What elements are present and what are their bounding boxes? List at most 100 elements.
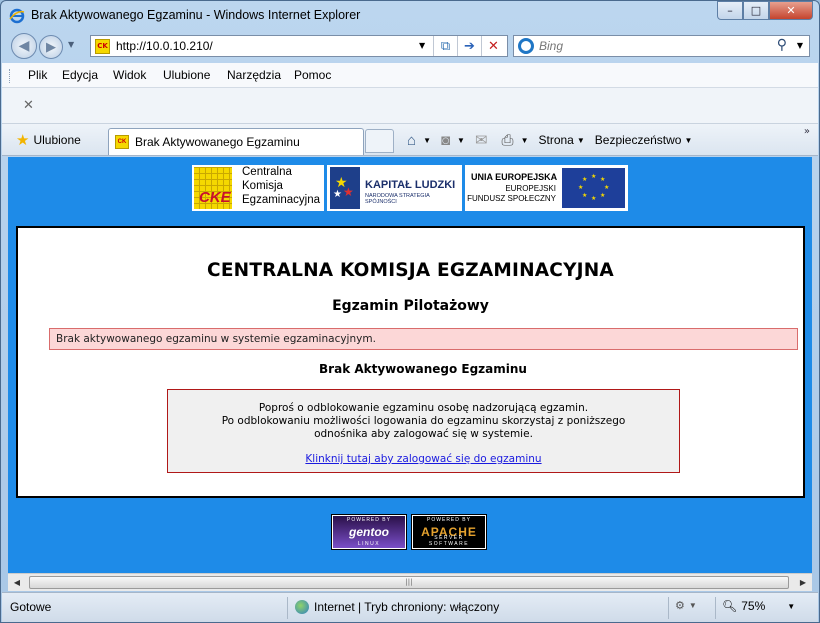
compatibility-view-icon[interactable]: ⧉ <box>433 36 457 56</box>
tab-active[interactable]: CK Brak Aktywowanego Egzaminu <box>108 128 364 155</box>
menu-widok[interactable]: Widok <box>113 68 146 82</box>
menu-plik[interactable]: Plik <box>28 68 47 82</box>
browser-window: Brak Aktywowanego Egzaminu - Windows Int… <box>0 0 820 623</box>
apache-badge-bottom: SERVER SOFTWARE <box>428 535 470 547</box>
menu-edycja[interactable]: Edycja <box>62 68 98 82</box>
zoom-level: 75% <box>741 599 766 613</box>
page-menu[interactable]: Strona ▼ <box>538 133 584 147</box>
home-button[interactable]: ⌂ ▼ <box>407 132 431 149</box>
powered-by-badges: POWERED BY gentoo LINUX POWERED BY APACH… <box>331 514 487 550</box>
eu-flag: ★ ★ ★ ★ ★ ★ ★ ★ <box>562 168 625 208</box>
cke-logo-line: Centralna <box>242 166 292 178</box>
address-dropdown-icon[interactable]: ▼ <box>419 41 425 50</box>
main-content-panel: CENTRALNA KOMISJA EGZAMINACYJNA Egzamin … <box>16 226 805 498</box>
address-bar[interactable]: CK http://10.0.10.210/ ▼ ⧉ ➔ ✕ <box>90 35 508 57</box>
back-arrow-icon[interactable]: ◀ <box>11 33 37 59</box>
info-line: Poproś o odblokowanie egzaminu osobę nad… <box>258 402 589 414</box>
zoom-control[interactable]: 🔍︎ 75% ▼ <box>722 599 795 613</box>
stop-icon[interactable]: ✕ <box>481 36 505 56</box>
eu-logo-title: UNIA EUROPEJSKA <box>471 172 558 182</box>
gentoo-badge[interactable]: POWERED BY gentoo LINUX <box>331 514 407 550</box>
empty-toolbar: ✕ <box>2 88 818 124</box>
info-line: Po odblokowaniu możliwości logowania do … <box>221 415 626 427</box>
protected-mode-button[interactable]: ⚙ ▼ <box>675 599 697 612</box>
error-alert: Brak aktywowanego egzaminu w systemie eg… <box>49 328 798 350</box>
cke-logo-line: Komisja <box>242 180 283 192</box>
menu-bar: Plik Edycja Widok Ulubione Narzędzia Pom… <box>2 63 818 88</box>
favorites-star-icon: ★ <box>16 132 30 149</box>
apache-badge-top: POWERED BY <box>427 517 471 523</box>
zoom-dropdown-icon[interactable]: ▼ <box>787 602 795 611</box>
feeds-button[interactable]: ◙ ▼ <box>441 132 465 149</box>
address-url[interactable]: http://10.0.10.210/ <box>116 39 213 53</box>
mail-button[interactable]: ✉ <box>475 131 492 149</box>
close-toolbar-icon[interactable]: ✕ <box>23 98 34 113</box>
search-input[interactable]: Bing <box>539 39 563 53</box>
scrollbar-thumb[interactable]: ||| <box>29 576 789 589</box>
safety-menu[interactable]: Bezpieczeństwo ▼ <box>595 133 693 147</box>
toolbar-grip <box>9 69 12 83</box>
status-bar: Gotowe Internet | Tryb chroniony: włączo… <box>2 592 818 622</box>
globe-icon <box>295 600 309 614</box>
horizontal-scrollbar[interactable]: ◀ ||| ▶ <box>8 573 812 591</box>
menu-ulubione[interactable]: Ulubione <box>163 68 210 82</box>
favorites-button[interactable]: ★ Ulubione <box>8 128 102 152</box>
page-menu-label: Strona <box>538 133 574 147</box>
new-tab-button[interactable] <box>365 129 394 153</box>
page-heading: CENTRALNA KOMISJA EGZAMINACYJNA <box>207 260 614 281</box>
tab-title: Brak Aktywowanego Egzaminu <box>135 135 300 149</box>
status-text: Gotowe <box>10 600 52 614</box>
rss-icon: ◙ <box>440 131 451 149</box>
eu-logo: UNIA EUROPEJSKA EUROPEJSKI FUNDUSZ SPOŁE… <box>465 165 628 211</box>
more-commands-chevron-icon[interactable]: » <box>804 126 810 137</box>
search-box[interactable]: Bing ⚲ ▼ <box>513 35 810 57</box>
forward-arrow-icon[interactable]: ▶ <box>39 35 63 59</box>
protected-mode-icon: ⚙ <box>675 600 685 612</box>
home-icon: ⌂ <box>407 131 417 149</box>
logo-strip: CKE Centralna Komisja Egzaminacyjna ★ ★ ★ … <box>192 165 628 211</box>
recent-pages-dropdown-icon[interactable]: ▼ <box>68 40 74 49</box>
login-link[interactable]: Klinknij tutaj aby zalogować się do egza… <box>305 453 541 466</box>
kapital-ludzki-logo: ★ ★ ★ KAPITAŁ LUDZKI NARODOWA STRATEGIA SP… <box>327 165 462 211</box>
gentoo-badge-bottom: LINUX <box>357 541 381 547</box>
close-button[interactable]: ✕ <box>769 1 813 20</box>
safety-menu-label: Bezpieczeństwo <box>594 133 682 147</box>
bing-icon <box>518 38 534 54</box>
favorites-label: Ulubione <box>33 133 81 147</box>
kl-logo-title: KAPITAŁ LUDZKI <box>365 179 456 191</box>
section-title: Brak Aktywowanego Egzaminu <box>319 362 527 376</box>
mail-icon: ✉ <box>474 132 488 149</box>
cke-logo-abbr: CKE <box>199 189 231 206</box>
print-button[interactable]: ⎙ ▼ <box>502 132 529 149</box>
cke-logo-line: Egzaminacyjna <box>242 194 320 206</box>
site-favicon: CK <box>95 39 110 54</box>
apache-badge[interactable]: POWERED BY APACHE SERVER SOFTWARE <box>411 514 487 550</box>
window-title: Brak Aktywowanego Egzaminu - Windows Int… <box>31 8 361 22</box>
search-icon[interactable]: ⚲ <box>777 37 787 53</box>
page-viewport: CKE Centralna Komisja Egzaminacyjna ★ ★ ★ … <box>8 157 812 573</box>
info-line: odnośnika aby zalogować się w systemie. <box>314 428 533 440</box>
navigation-bar: ◀ ▶ ▼ CK http://10.0.10.210/ ▼ ⧉ ➔ ✕ Bin… <box>1 30 819 62</box>
go-arrow-icon[interactable]: ➔ <box>457 36 481 56</box>
search-dropdown-icon[interactable]: ▼ <box>797 41 803 50</box>
page-subheading: Egzamin Pilotażowy <box>332 298 489 314</box>
tab-favicon: CK <box>115 135 129 149</box>
zoom-icon: 🔍︎ <box>722 599 738 613</box>
title-bar: Brak Aktywowanego Egzaminu - Windows Int… <box>1 1 819 29</box>
window-controls: – □ ✕ <box>717 1 813 20</box>
internet-explorer-icon <box>9 8 25 24</box>
menu-narzedzia[interactable]: Narzędzia <box>227 68 281 82</box>
eu-logo-line: FUNDUSZ SPOŁECZNY <box>467 194 556 203</box>
print-icon: ⎙ <box>501 131 514 149</box>
minimize-button[interactable]: – <box>717 1 743 20</box>
maximize-button[interactable]: □ <box>743 1 769 20</box>
security-zone[interactable]: Internet | Tryb chroniony: włączony <box>295 600 499 614</box>
scroll-left-icon[interactable]: ◀ <box>9 575 25 590</box>
scroll-right-icon[interactable]: ▶ <box>795 575 811 590</box>
menu-pomoc[interactable]: Pomoc <box>294 68 331 82</box>
favorites-bar: ★ Ulubione CK Brak Aktywowanego Egzaminu… <box>2 124 818 156</box>
cke-logo: CKE Centralna Komisja Egzaminacyjna <box>192 165 324 211</box>
gentoo-badge-top: POWERED BY <box>347 517 391 523</box>
info-box: Poproś o odblokowanie egzaminu osobę nad… <box>167 389 680 473</box>
kl-logo-subtitle: NARODOWA STRATEGIA SPÓJNOŚCI <box>365 193 430 205</box>
